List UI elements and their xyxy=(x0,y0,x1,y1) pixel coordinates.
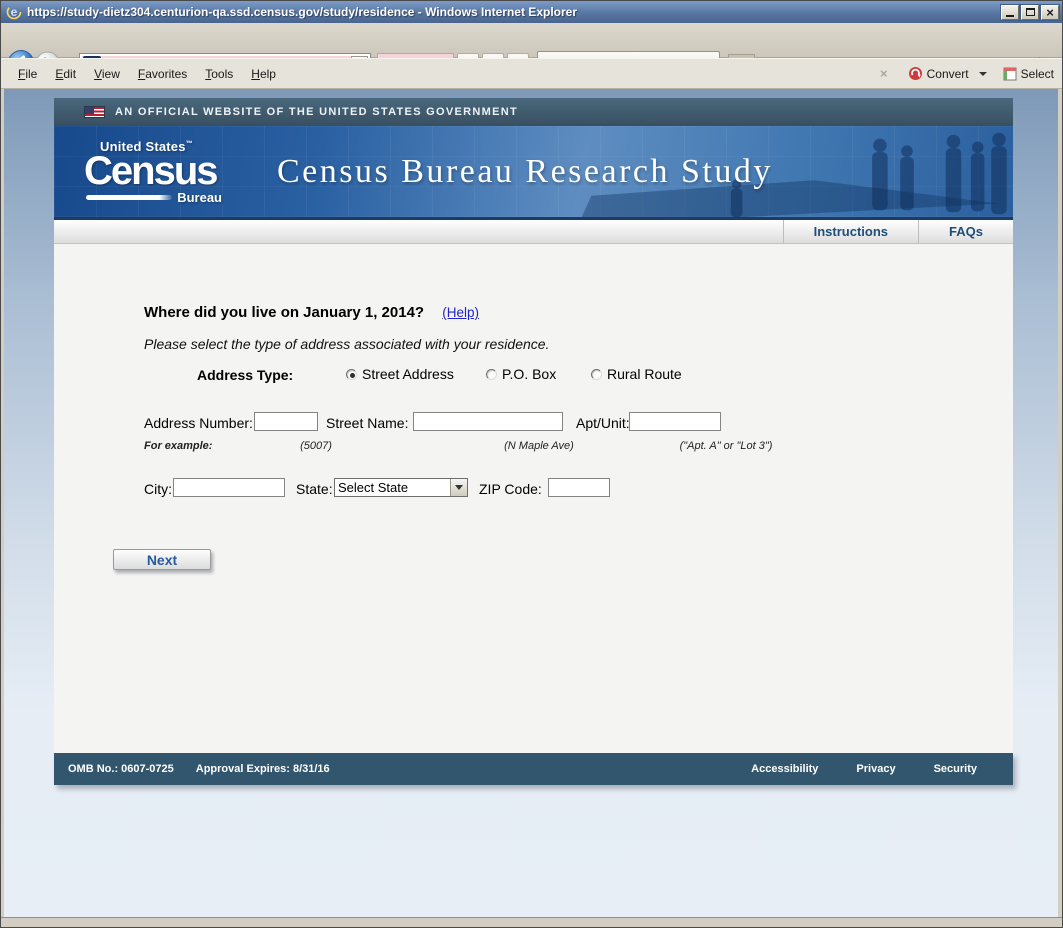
apt-unit-input[interactable] xyxy=(629,412,721,431)
zip-code-input[interactable] xyxy=(548,478,610,497)
state-select[interactable]: Select State xyxy=(334,478,468,497)
form-area: Where did you live on January 1, 2014? (… xyxy=(54,244,1013,753)
close-icon: × xyxy=(1046,6,1054,19)
convert-dropdown-icon[interactable] xyxy=(979,72,987,76)
nav-instructions-link[interactable]: Instructions xyxy=(783,220,918,243)
browser-toolbar: https://study-dietz304.centurion-qa.ssd.… xyxy=(1,23,1062,58)
title-bar: e https://study-dietz304.centurion-qa.ss… xyxy=(1,1,1062,23)
state-label: State: xyxy=(296,481,333,497)
radio-po-box[interactable]: P.O. Box xyxy=(486,366,556,382)
example-apt-unit: ("Apt. A" or "Lot 3") xyxy=(680,440,773,452)
radio-button-icon[interactable] xyxy=(591,369,602,380)
address-number-input[interactable] xyxy=(254,412,318,431)
footer-accessibility-link[interactable]: Accessibility xyxy=(751,763,818,775)
city-input[interactable] xyxy=(173,478,285,497)
maximize-button[interactable] xyxy=(1021,5,1039,20)
radio-rural-route-label[interactable]: Rural Route xyxy=(607,366,682,382)
menu-bar: File Edit View Favorites Tools Help × Co… xyxy=(1,58,1062,89)
select-icon xyxy=(1003,67,1017,81)
page-footer: OMB No.: 0607-0725 Approval Expires: 8/3… xyxy=(54,753,1013,785)
window-bottom-frame xyxy=(1,917,1062,927)
official-banner: AN OFFICIAL WEBSITE OF THE UNITED STATES… xyxy=(54,98,1013,126)
page-container: AN OFFICIAL WEBSITE OF THE UNITED STATES… xyxy=(54,98,1013,785)
next-button[interactable]: Next xyxy=(113,549,211,570)
menu-help[interactable]: Help xyxy=(242,63,285,85)
menu-file[interactable]: File xyxy=(9,63,46,85)
svg-text:e: e xyxy=(11,5,18,19)
apt-unit-label: Apt/Unit: xyxy=(576,415,630,431)
select-label: Select xyxy=(1021,67,1054,81)
page-title: Census Bureau Research Study xyxy=(277,153,773,191)
window-title: https://study-dietz304.centurion-qa.ssd.… xyxy=(27,5,1001,19)
minimize-icon xyxy=(1006,15,1014,17)
radio-street-address-label[interactable]: Street Address xyxy=(362,366,454,382)
census-bureau-logo: United States™ Census Bureau xyxy=(84,139,222,205)
radio-button-icon[interactable] xyxy=(346,369,357,380)
logo-trademark: ™ xyxy=(186,140,193,147)
nav-bar: Instructions FAQs xyxy=(54,220,1013,244)
address-type-label: Address Type: xyxy=(197,367,293,383)
state-select-dropdown-button[interactable] xyxy=(450,479,467,496)
radio-po-box-label[interactable]: P.O. Box xyxy=(502,366,556,382)
us-flag-icon xyxy=(84,106,105,118)
omb-number: OMB No.: 0607-0725 xyxy=(68,763,174,775)
logo-census: Census xyxy=(84,154,222,188)
pdf-convert-icon xyxy=(908,66,923,81)
example-prefix: For example: xyxy=(144,440,212,452)
help-link[interactable]: (Help) xyxy=(442,305,479,320)
question-subtitle: Please select the type of address associ… xyxy=(144,336,549,352)
minimize-button[interactable] xyxy=(1001,5,1019,20)
official-banner-text: AN OFFICIAL WEBSITE OF THE UNITED STATES… xyxy=(115,106,518,118)
select-button[interactable]: Select xyxy=(1003,67,1054,81)
menu-view[interactable]: View xyxy=(85,63,129,85)
menu-edit[interactable]: Edit xyxy=(46,63,85,85)
page-viewport: AN OFFICIAL WEBSITE OF THE UNITED STATES… xyxy=(4,89,1058,917)
footer-security-link[interactable]: Security xyxy=(934,763,977,775)
radio-button-icon[interactable] xyxy=(486,369,497,380)
browser-window: e https://study-dietz304.centurion-qa.ss… xyxy=(0,0,1063,928)
address-number-label: Address Number: xyxy=(144,415,253,431)
street-name-input[interactable] xyxy=(413,412,563,431)
approval-expires: Approval Expires: 8/31/16 xyxy=(196,763,330,775)
zip-code-label: ZIP Code: xyxy=(479,481,542,497)
state-select-value: Select State xyxy=(335,480,450,495)
menu-favorites[interactable]: Favorites xyxy=(129,63,196,85)
ie-logo-icon: e xyxy=(6,4,22,20)
addon-close-icon: × xyxy=(880,66,888,81)
logo-bureau: Bureau xyxy=(177,190,222,205)
nav-faqs-link[interactable]: FAQs xyxy=(918,220,1013,243)
street-name-label: Street Name: xyxy=(326,415,408,431)
close-button[interactable]: × xyxy=(1041,5,1059,20)
chevron-down-icon xyxy=(455,485,463,490)
convert-label: Convert xyxy=(927,67,969,81)
convert-button[interactable]: Convert xyxy=(908,66,997,81)
footer-privacy-link[interactable]: Privacy xyxy=(856,763,895,775)
menu-tools[interactable]: Tools xyxy=(196,63,242,85)
city-label: City: xyxy=(144,481,172,497)
maximize-icon xyxy=(1026,8,1035,16)
radio-street-address[interactable]: Street Address xyxy=(346,366,454,382)
example-address-number: (5007) xyxy=(300,440,332,452)
logo-underline xyxy=(86,195,172,200)
census-header: United States™ Census Bureau Census Bure… xyxy=(54,126,1013,220)
example-street-name: (N Maple Ave) xyxy=(504,440,574,452)
radio-rural-route[interactable]: Rural Route xyxy=(591,366,682,382)
question-text: Where did you live on January 1, 2014? xyxy=(144,304,424,321)
